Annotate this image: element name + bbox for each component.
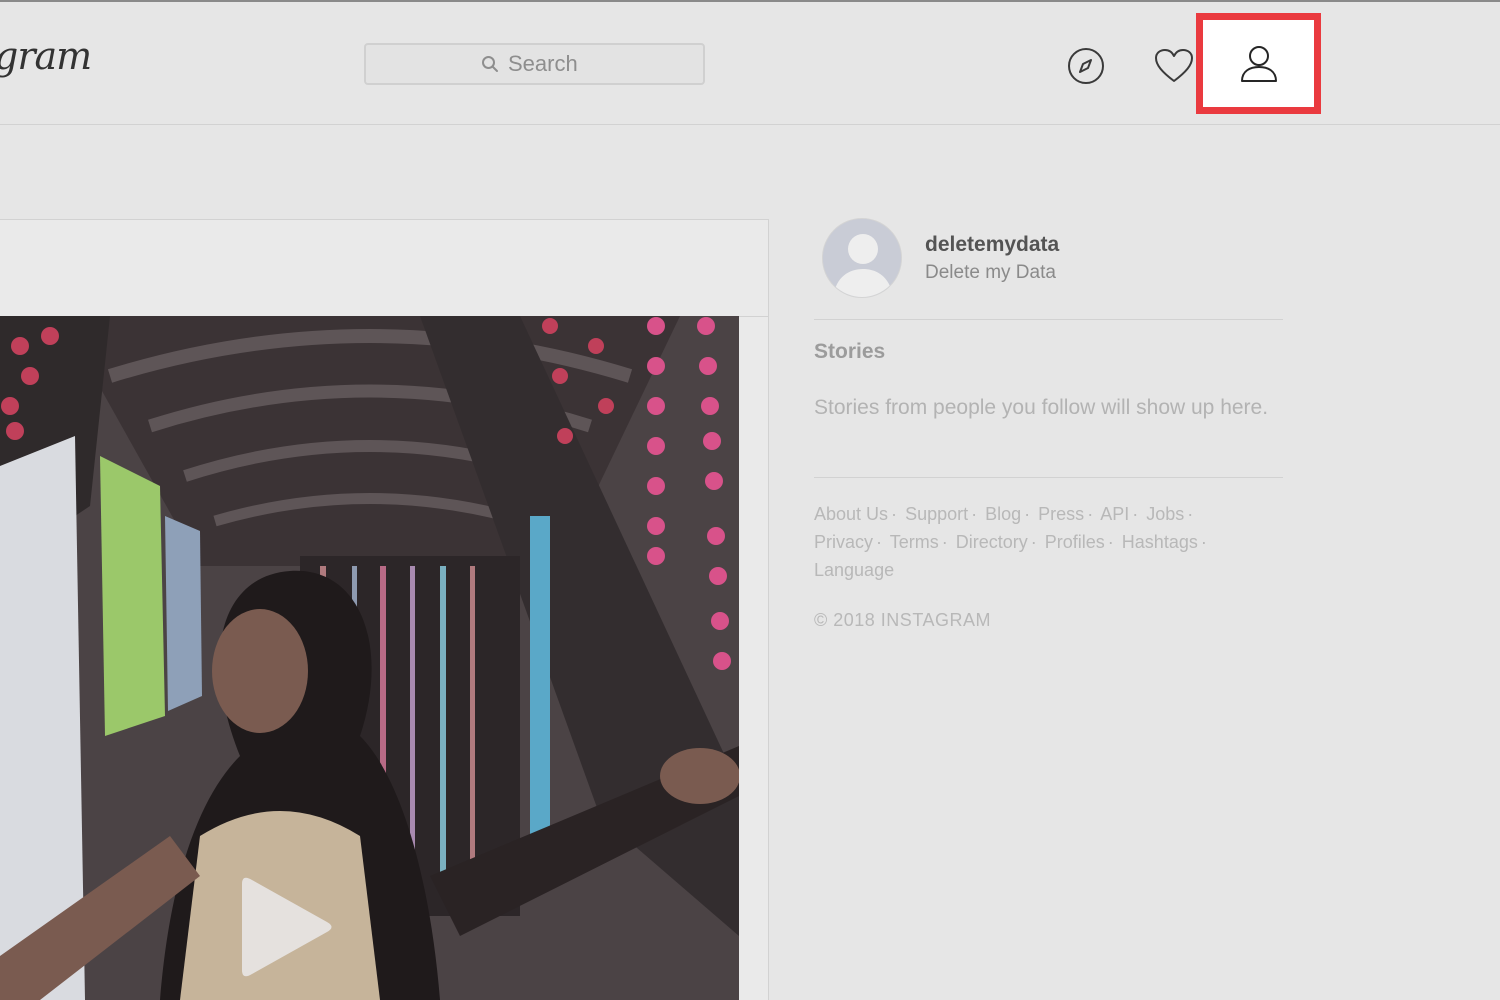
stories-empty-message: Stories from people you follow will show…: [814, 396, 1269, 419]
footer-link-directory[interactable]: Directory: [956, 532, 1028, 552]
compass-icon: [1068, 48, 1104, 84]
instagram-logo[interactable]: gram: [0, 34, 92, 78]
footer-link-privacy[interactable]: Privacy: [814, 532, 873, 552]
search-icon: [482, 56, 498, 72]
activity-button[interactable]: [1152, 44, 1196, 88]
default-avatar-icon: [823, 219, 901, 297]
play-button[interactable]: [232, 872, 342, 982]
search-box[interactable]: [364, 43, 705, 85]
play-icon: [242, 877, 332, 977]
sidebar-divider: [814, 319, 1283, 320]
footer-links: About Us · Support · Blog · Press · API · Job…: [814, 504, 1207, 580]
footer-link-about[interactable]: About Us: [814, 504, 888, 524]
footer-link-language[interactable]: Language: [814, 560, 894, 580]
sidebar-divider: [814, 477, 1283, 478]
person-icon: [1240, 45, 1277, 82]
heart-icon: [1155, 49, 1193, 82]
footer-link-press[interactable]: Press: [1038, 504, 1084, 524]
post-video[interactable]: [0, 316, 739, 1000]
footer-link-terms[interactable]: Terms: [890, 532, 939, 552]
profile-username[interactable]: deletemydata: [925, 233, 1059, 257]
footer-link-jobs[interactable]: Jobs: [1146, 504, 1184, 524]
footer-link-blog[interactable]: Blog: [985, 504, 1021, 524]
video-thumbnail: [0, 316, 739, 1000]
footer-link-profiles[interactable]: Profiles: [1045, 532, 1105, 552]
footer-link-api[interactable]: API: [1100, 504, 1129, 524]
search-input[interactable]: [508, 51, 588, 77]
avatar[interactable]: [822, 218, 902, 298]
profile-button[interactable]: [1196, 13, 1321, 114]
footer-link-support[interactable]: Support: [905, 504, 968, 524]
profile-full-name: Delete my Data: [925, 262, 1056, 283]
stories-heading: Stories: [814, 340, 886, 363]
copyright-text: © 2018 INSTAGRAM: [814, 610, 991, 630]
footer-link-hashtags[interactable]: Hashtags: [1122, 532, 1198, 552]
post-header: [0, 220, 768, 317]
explore-button[interactable]: [1064, 44, 1108, 88]
